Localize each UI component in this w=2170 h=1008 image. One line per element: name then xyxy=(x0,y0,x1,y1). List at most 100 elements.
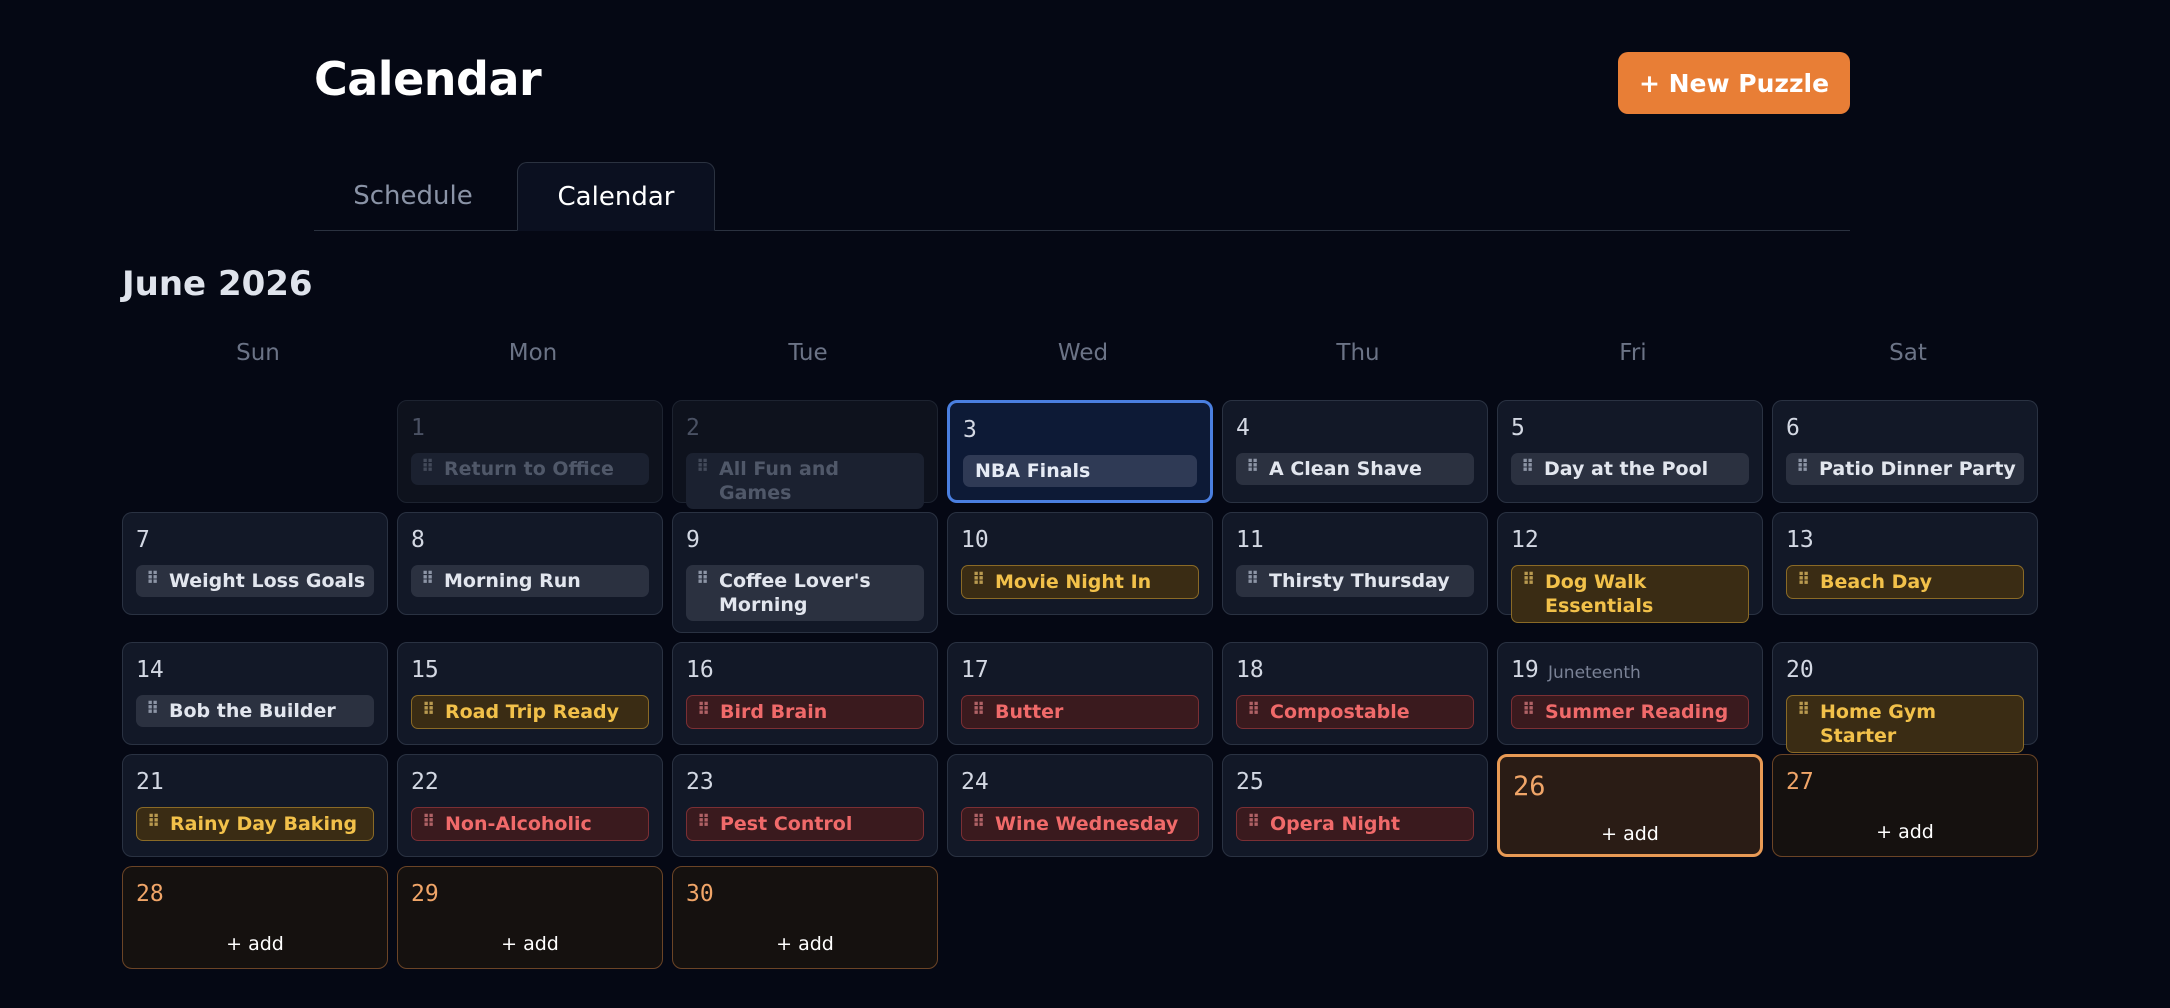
tab-schedule[interactable]: Schedule xyxy=(314,162,512,230)
event-chip[interactable]: ⠿ A Clean Shave xyxy=(1236,453,1474,485)
day-cell-29[interactable]: 29 + add xyxy=(397,866,663,969)
day-cell-6[interactable]: 6 ⠿ Patio Dinner Party xyxy=(1772,400,2038,503)
add-puzzle-button[interactable]: + add xyxy=(398,933,662,955)
drag-handle-icon[interactable]: ⠿ xyxy=(1797,568,1810,592)
day-cell-26[interactable]: 26 + add xyxy=(1497,754,1763,857)
event-chip[interactable]: ⠿ All Fun and Games xyxy=(686,453,924,509)
day-cell-24[interactable]: 24 ⠿ Wine Wednesday xyxy=(947,754,1213,857)
drag-handle-icon[interactable]: ⠿ xyxy=(972,810,985,834)
drag-handle-icon[interactable]: ⠿ xyxy=(1247,810,1260,834)
event-title: Wine Wednesday xyxy=(995,813,1179,835)
event-chip[interactable]: ⠿ Movie Night In xyxy=(961,565,1199,599)
day-cell-28[interactable]: 28 + add xyxy=(122,866,388,969)
day-cell-21[interactable]: 21 ⠿ Rainy Day Baking xyxy=(122,754,388,857)
drag-handle-icon[interactable]: ⠿ xyxy=(422,698,435,722)
day-cell-14[interactable]: 14 ⠿ Bob the Builder xyxy=(122,642,388,745)
drag-handle-icon[interactable]: ⠿ xyxy=(146,567,159,591)
day-cell-11[interactable]: 11 ⠿ Thirsty Thursday xyxy=(1222,512,1488,615)
day-cell-9[interactable]: 9 ⠿ Coffee Lover's Morning xyxy=(672,512,938,633)
day-cell-16[interactable]: 16 ⠿ Bird Brain xyxy=(672,642,938,745)
event-chip[interactable]: ⠿ Road Trip Ready xyxy=(411,695,649,729)
day-cell-17[interactable]: 17 ⠿ Butter xyxy=(947,642,1213,745)
day-cell-13[interactable]: 13 ⠿ Beach Day xyxy=(1772,512,2038,615)
drag-handle-icon[interactable]: ⠿ xyxy=(422,810,435,834)
day-cell-2[interactable]: 2 ⠿ All Fun and Games xyxy=(672,400,938,509)
tab-calendar[interactable]: Calendar xyxy=(517,162,715,231)
event-chip[interactable]: ⠿ Bob the Builder xyxy=(136,695,374,727)
month-title: June 2026 xyxy=(122,264,313,304)
drag-handle-icon[interactable]: ⠿ xyxy=(146,697,159,721)
drag-handle-icon[interactable]: ⠿ xyxy=(1796,455,1809,479)
day-cell-3[interactable]: 3 NBA Finals xyxy=(947,400,1213,503)
event-chip[interactable]: ⠿ Wine Wednesday xyxy=(961,807,1199,841)
drag-handle-icon[interactable]: ⠿ xyxy=(421,567,434,591)
drag-handle-icon[interactable]: ⠿ xyxy=(1247,698,1260,722)
event-chip[interactable]: ⠿ Summer Reading xyxy=(1511,695,1749,729)
day-cell-23[interactable]: 23 ⠿ Pest Control xyxy=(672,754,938,857)
add-puzzle-button[interactable]: + add xyxy=(123,933,387,955)
day-number: 7 xyxy=(136,527,150,553)
day-cell-1[interactable]: 1 ⠿ Return to Office xyxy=(397,400,663,503)
day-cell-25[interactable]: 25 ⠿ Opera Night xyxy=(1222,754,1488,857)
event-chip[interactable]: ⠿ Day at the Pool xyxy=(1511,453,1749,485)
drag-handle-icon[interactable]: ⠿ xyxy=(972,568,985,592)
event-chip[interactable]: ⠿ Morning Run xyxy=(411,565,649,597)
event-chip[interactable]: ⠿ Compostable xyxy=(1236,695,1474,729)
event-chip[interactable]: ⠿ Rainy Day Baking xyxy=(136,807,374,841)
drag-handle-icon[interactable]: ⠿ xyxy=(147,810,160,834)
day-cell-8[interactable]: 8 ⠿ Morning Run xyxy=(397,512,663,615)
drag-handle-icon[interactable]: ⠿ xyxy=(421,455,434,479)
day-number: 24 xyxy=(961,769,989,795)
new-puzzle-button[interactable]: + New Puzzle xyxy=(1618,52,1850,114)
day-cell-18[interactable]: 18 ⠿ Compostable xyxy=(1222,642,1488,745)
event-chip[interactable]: ⠿ Bird Brain xyxy=(686,695,924,729)
event-chip[interactable]: ⠿ Thirsty Thursday xyxy=(1236,565,1474,597)
day-cell-20[interactable]: 20 ⠿ Home Gym Starter xyxy=(1772,642,2038,753)
drag-handle-icon[interactable]: ⠿ xyxy=(697,810,710,834)
event-chip[interactable]: ⠿ Beach Day xyxy=(1786,565,2024,599)
weekday-fri: Fri xyxy=(1619,340,1647,366)
day-cell-10[interactable]: 10 ⠿ Movie Night In xyxy=(947,512,1213,615)
event-chip[interactable]: ⠿ Pest Control xyxy=(686,807,924,841)
day-cell-7[interactable]: 7 ⠿ Weight Loss Goals xyxy=(122,512,388,615)
drag-handle-icon[interactable]: ⠿ xyxy=(696,567,709,591)
event-chip[interactable]: ⠿ Non-Alcoholic xyxy=(411,807,649,841)
event-title: Patio Dinner Party xyxy=(1819,458,2016,480)
day-cell-22[interactable]: 22 ⠿ Non-Alcoholic xyxy=(397,754,663,857)
drag-handle-icon[interactable]: ⠿ xyxy=(1246,455,1259,479)
event-chip[interactable]: ⠿ Opera Night xyxy=(1236,807,1474,841)
drag-handle-icon[interactable]: ⠿ xyxy=(1797,698,1810,722)
event-chip[interactable]: ⠿ Patio Dinner Party xyxy=(1786,453,2024,485)
drag-handle-icon[interactable]: ⠿ xyxy=(696,455,709,479)
drag-handle-icon[interactable]: ⠿ xyxy=(1522,698,1535,722)
event-title: Return to Office xyxy=(444,458,614,480)
drag-handle-icon[interactable]: ⠿ xyxy=(1521,455,1534,479)
day-cell-27[interactable]: 27 + add xyxy=(1772,754,2038,857)
event-title: Weight Loss Goals xyxy=(169,570,366,592)
page-header: Calendar + New Puzzle xyxy=(314,52,1850,114)
event-chip[interactable]: NBA Finals xyxy=(963,455,1197,487)
add-puzzle-button[interactable]: + add xyxy=(673,933,937,955)
add-puzzle-button[interactable]: + add xyxy=(1500,823,1760,845)
event-chip[interactable]: ⠿ Butter xyxy=(961,695,1199,729)
add-puzzle-button[interactable]: + add xyxy=(1773,821,2037,843)
drag-handle-icon[interactable]: ⠿ xyxy=(697,698,710,722)
day-cell-19[interactable]: 19 Juneteenth ⠿ Summer Reading xyxy=(1497,642,1763,745)
drag-handle-icon[interactable]: ⠿ xyxy=(1246,567,1259,591)
event-chip[interactable]: ⠿ Coffee Lover's Morning xyxy=(686,565,924,621)
day-cell-15[interactable]: 15 ⠿ Road Trip Ready xyxy=(397,642,663,745)
event-chip[interactable]: ⠿ Home Gym Starter xyxy=(1786,695,2024,753)
day-number: 13 xyxy=(1786,527,1814,553)
drag-handle-icon[interactable]: ⠿ xyxy=(1522,568,1535,592)
event-title: A Clean Shave xyxy=(1269,458,1422,480)
day-number: 21 xyxy=(136,769,164,795)
drag-handle-icon[interactable]: ⠿ xyxy=(972,698,985,722)
event-chip[interactable]: ⠿ Return to Office xyxy=(411,453,649,485)
day-cell-5[interactable]: 5 ⠿ Day at the Pool xyxy=(1497,400,1763,503)
day-number: 20 xyxy=(1786,657,1814,683)
day-cell-4[interactable]: 4 ⠿ A Clean Shave xyxy=(1222,400,1488,503)
day-cell-12[interactable]: 12 ⠿ Dog Walk Essentials xyxy=(1497,512,1763,623)
event-chip[interactable]: ⠿ Weight Loss Goals xyxy=(136,565,374,597)
day-cell-30[interactable]: 30 + add xyxy=(672,866,938,969)
event-chip[interactable]: ⠿ Dog Walk Essentials xyxy=(1511,565,1749,623)
